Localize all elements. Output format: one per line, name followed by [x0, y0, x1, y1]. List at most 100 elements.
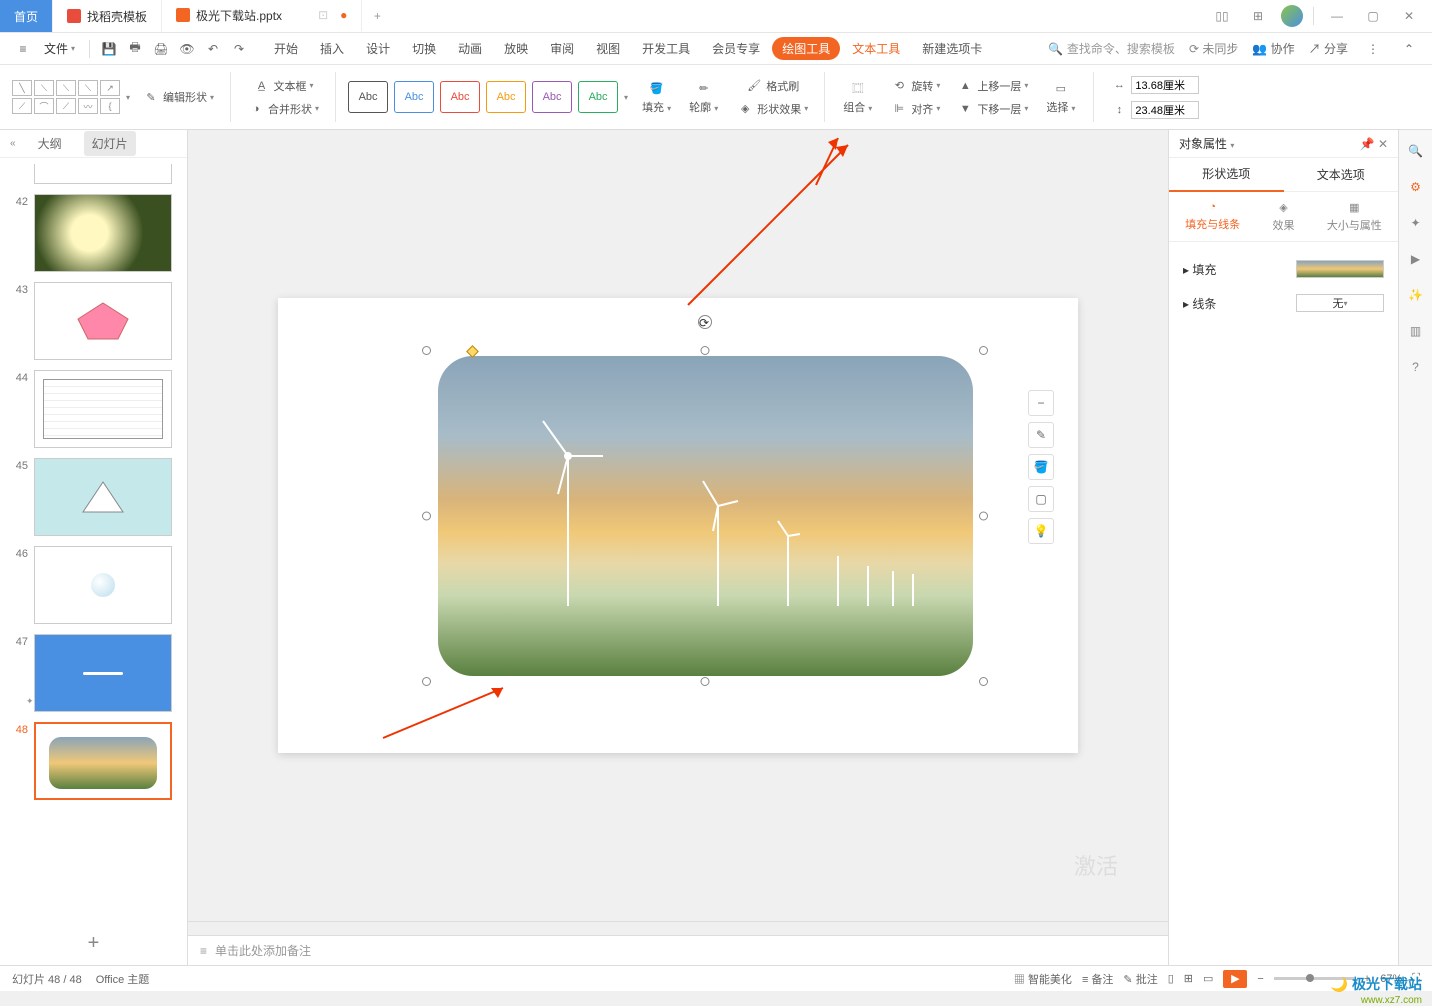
- unsync-label[interactable]: ⟳ 未同步: [1189, 40, 1238, 57]
- menu-tab-texttools[interactable]: 文本工具: [842, 34, 910, 63]
- more-icon[interactable]: ⋮: [1362, 38, 1384, 60]
- style-more[interactable]: ▾: [624, 93, 628, 102]
- subtab-size[interactable]: ▦大小与属性: [1327, 201, 1382, 233]
- qt-bucket[interactable]: 🪣: [1028, 454, 1054, 480]
- tab-add[interactable]: +: [362, 0, 392, 32]
- tab-template[interactable]: 找稻壳模板: [53, 0, 162, 32]
- prop-fill-row[interactable]: ▸ 填充: [1183, 252, 1384, 286]
- move-up-btn[interactable]: ▲上移一层▾: [952, 75, 1032, 97]
- shape-more[interactable]: ▾: [126, 93, 130, 102]
- zoom-out[interactable]: −: [1257, 973, 1263, 985]
- close-button[interactable]: ✕: [1396, 3, 1422, 29]
- scroll-h[interactable]: [188, 921, 1168, 935]
- qt-pen[interactable]: ✎: [1028, 422, 1054, 448]
- add-slide-btn[interactable]: +: [0, 922, 187, 965]
- handle-nw[interactable]: [422, 346, 431, 355]
- comments-toggle[interactable]: ✎ 批注: [1123, 971, 1157, 987]
- rotate-btn[interactable]: ⟲旋转▾: [886, 75, 944, 97]
- thumb-41[interactable]: [34, 164, 172, 184]
- menu-tab-slideshow[interactable]: 放映: [494, 34, 538, 63]
- props-tab-shape[interactable]: 形状选项: [1169, 157, 1284, 192]
- undo-icon[interactable]: ↶: [202, 38, 224, 60]
- style-3[interactable]: Abc: [440, 81, 480, 113]
- handle-s[interactable]: [701, 677, 710, 686]
- style-1[interactable]: Abc: [348, 81, 388, 113]
- slide-canvas[interactable]: ⟳ − ✎ 🪣 ▢ 💡: [278, 298, 1078, 753]
- strip-star-icon[interactable]: ✦: [1405, 212, 1427, 234]
- coop-button[interactable]: 👥 协作: [1252, 40, 1294, 57]
- save-as-icon[interactable]: 🖶: [124, 38, 146, 60]
- fill-swatch[interactable]: [1296, 260, 1384, 278]
- strip-template-icon[interactable]: ▥: [1405, 320, 1427, 342]
- tab-home[interactable]: 首页: [0, 0, 53, 32]
- minimize-button[interactable]: —: [1324, 3, 1350, 29]
- zoom-slider[interactable]: [1274, 977, 1354, 980]
- style-2[interactable]: Abc: [394, 81, 434, 113]
- strip-help-icon[interactable]: ?: [1405, 356, 1427, 378]
- menu-tab-member[interactable]: 会员专享: [702, 34, 770, 63]
- handle-se[interactable]: [979, 677, 988, 686]
- menu-tab-devtools[interactable]: 开发工具: [632, 34, 700, 63]
- thumb-46[interactable]: [34, 546, 172, 624]
- preview-icon[interactable]: 👁: [176, 38, 198, 60]
- textbox-btn[interactable]: A̲文本框▾: [249, 75, 318, 97]
- props-close[interactable]: ✕: [1378, 137, 1388, 151]
- menu-tab-view[interactable]: 视图: [586, 34, 630, 63]
- style-6[interactable]: Abc: [578, 81, 618, 113]
- share-button[interactable]: ↗ 分享: [1309, 40, 1348, 57]
- handle-w[interactable]: [422, 512, 431, 521]
- qt-bulb[interactable]: 💡: [1028, 518, 1054, 544]
- file-menu[interactable]: 文件▾: [38, 40, 81, 57]
- rotate-handle[interactable]: ⟳: [698, 315, 712, 329]
- qt-zoom-out[interactable]: −: [1028, 390, 1054, 416]
- thumb-42[interactable]: [34, 194, 172, 272]
- fill-btn[interactable]: 🪣填充 ▾: [636, 77, 677, 117]
- layout-icon[interactable]: ▯▯: [1209, 3, 1235, 29]
- subtab-effect[interactable]: ◈效果: [1272, 201, 1294, 233]
- menu-tab-newtab[interactable]: 新建选项卡: [912, 34, 992, 63]
- thumb-45[interactable]: [34, 458, 172, 536]
- thumb-43[interactable]: [34, 282, 172, 360]
- thumb-48[interactable]: [34, 722, 172, 800]
- zoom-value[interactable]: 67%: [1380, 973, 1402, 985]
- adjustment-handle[interactable]: [466, 345, 479, 358]
- smart-beautify[interactable]: ▦ 智能美化: [1014, 971, 1072, 987]
- menu-tab-drawtools[interactable]: 绘图工具: [772, 37, 840, 60]
- handle-sw[interactable]: [422, 677, 431, 686]
- thumb-47[interactable]: [34, 634, 172, 712]
- style-4[interactable]: Abc: [486, 81, 526, 113]
- line-value[interactable]: 无 ▾: [1296, 294, 1384, 312]
- align-btn[interactable]: ⊫对齐▾: [886, 98, 944, 120]
- thumb-44[interactable]: [34, 370, 172, 448]
- width-input[interactable]: [1131, 76, 1199, 94]
- shape-styles[interactable]: Abc Abc Abc Abc Abc Abc ▾: [348, 81, 628, 113]
- menu-tab-transition[interactable]: 切换: [402, 34, 446, 63]
- format-painter-btn[interactable]: 🖌格式刷: [741, 75, 803, 97]
- prop-line-row[interactable]: ▸ 线条 无 ▾: [1183, 286, 1384, 320]
- qt-rect[interactable]: ▢: [1028, 486, 1054, 512]
- avatar[interactable]: [1281, 5, 1303, 27]
- search-box[interactable]: 🔍 查找命令、搜索模板: [1048, 40, 1175, 57]
- outline-btn[interactable]: ✏轮廓 ▾: [683, 77, 724, 117]
- notes-placeholder[interactable]: 单击此处添加备注: [215, 942, 311, 959]
- print-icon[interactable]: 🖨: [150, 38, 172, 60]
- menu-tab-start[interactable]: 开始: [264, 34, 308, 63]
- notes-bar[interactable]: ≡ 单击此处添加备注: [188, 935, 1168, 965]
- outline-tab[interactable]: 大纲: [30, 131, 70, 156]
- shape-gallery[interactable]: ╲⟍⟍⟍↗ ⟋⌒⟋〰{: [12, 80, 120, 114]
- save-icon[interactable]: 💾: [98, 38, 120, 60]
- subtab-fill[interactable]: ◔填充与线条: [1185, 201, 1240, 232]
- fit-screen[interactable]: ⛶: [1412, 972, 1420, 985]
- move-down-btn[interactable]: ▼下移一层▾: [952, 98, 1032, 120]
- redo-icon[interactable]: ↷: [228, 38, 250, 60]
- strip-inspect-icon[interactable]: 🔍: [1405, 140, 1427, 162]
- props-tab-text[interactable]: 文本选项: [1284, 158, 1399, 191]
- height-input[interactable]: [1131, 101, 1199, 119]
- edit-shape-btn[interactable]: ✎编辑形状▾: [138, 86, 218, 108]
- menu-tab-review[interactable]: 审阅: [540, 34, 584, 63]
- view-reading[interactable]: ▭: [1203, 972, 1213, 985]
- strip-animation-icon[interactable]: ▶: [1405, 248, 1427, 270]
- pin-icon[interactable]: 📌: [1360, 137, 1375, 151]
- maximize-button[interactable]: ▢: [1360, 3, 1386, 29]
- view-sorter[interactable]: ⊞: [1184, 972, 1193, 985]
